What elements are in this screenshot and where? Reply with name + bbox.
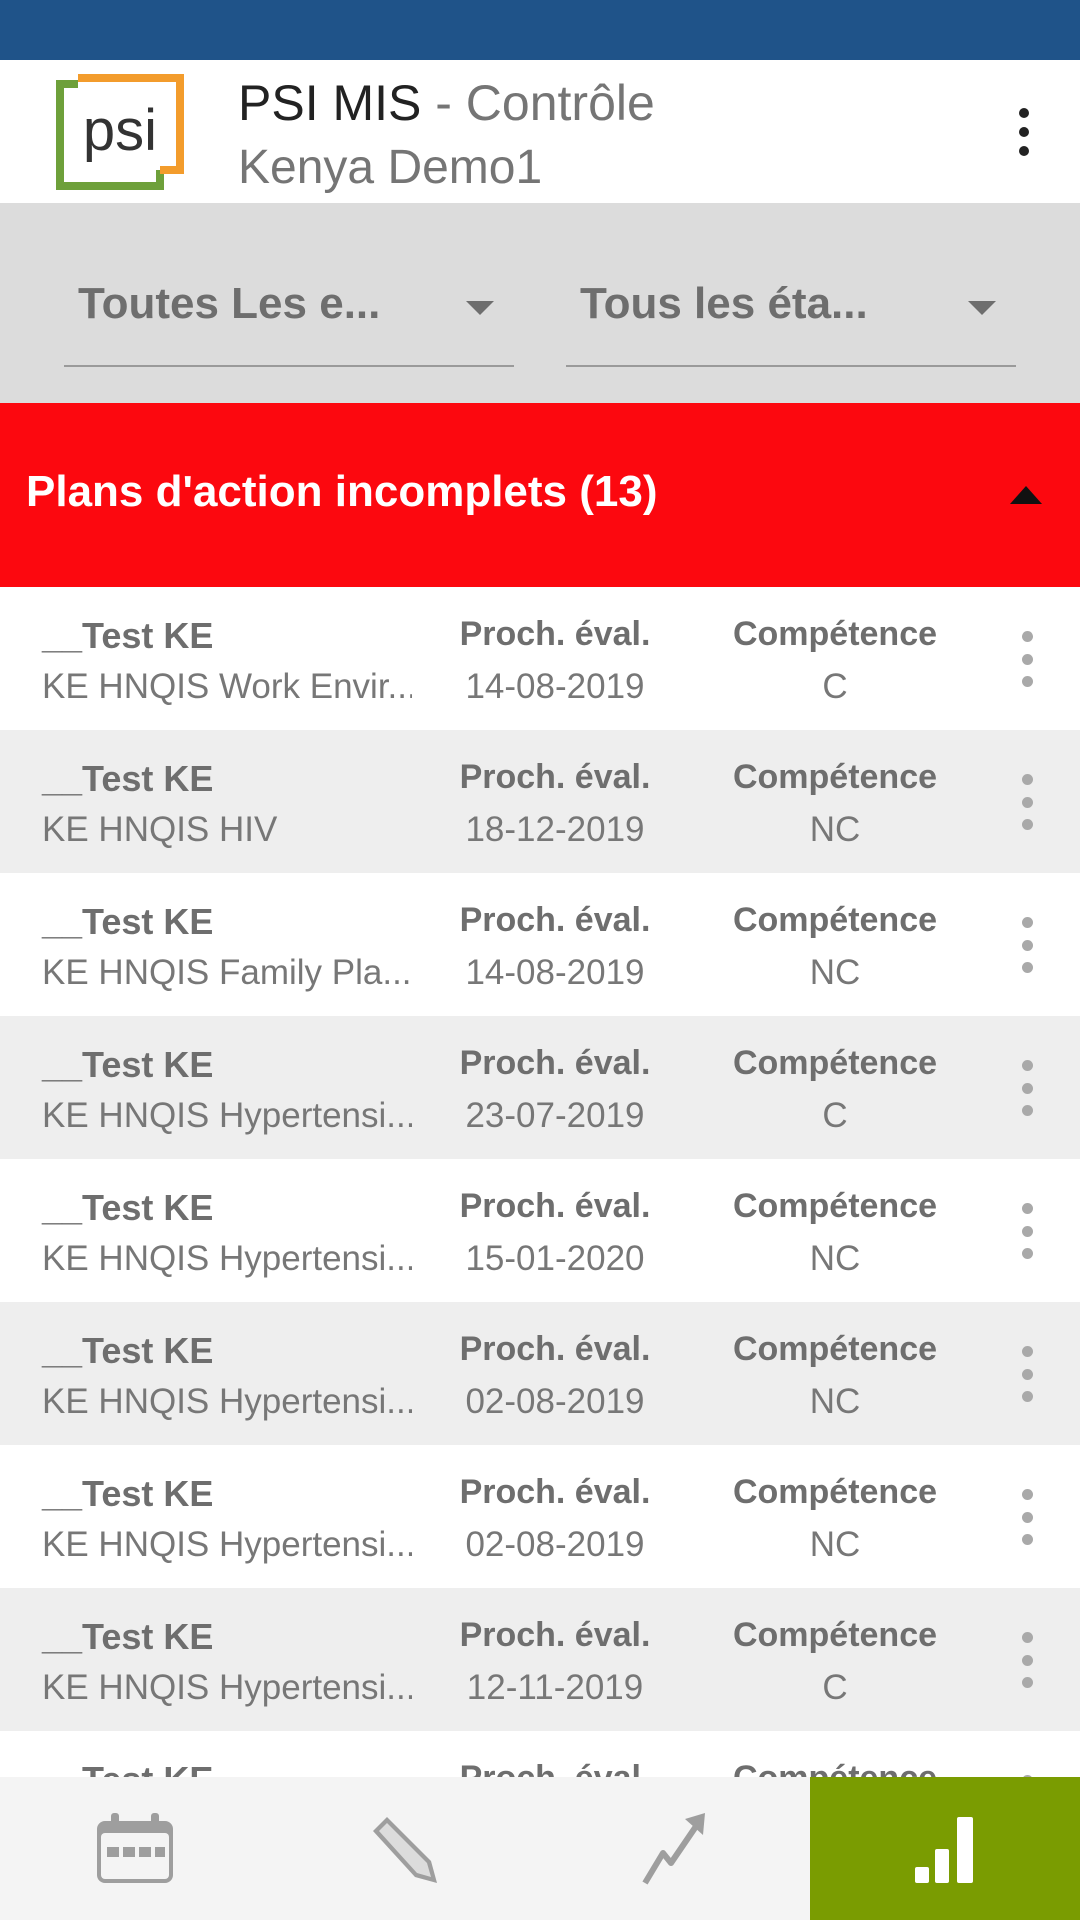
org-name: __Test KE <box>42 1616 214 1657</box>
next-eval-date: 23-07-2019 <box>465 1096 645 1135</box>
program-name: KE HNQIS Work Envir... <box>42 667 412 706</box>
next-eval-label: Proch. éval. <box>420 1759 690 1777</box>
org-name: __Test KE <box>42 758 214 799</box>
competence-value: C <box>822 1668 848 1707</box>
organisation-filter-value: Toutes Les e... <box>78 279 381 328</box>
status-filter-dropdown[interactable]: Tous les éta... <box>566 261 1016 367</box>
filter-bar: Toutes Les e... Tous les éta... <box>0 203 1080 403</box>
action-plan-list: __Test KE KE HNQIS Work Envir... Proch. év… <box>0 587 1080 1777</box>
bottom-nav <box>0 1777 1080 1920</box>
program-name: KE HNQIS Hypertensi... <box>42 1096 412 1135</box>
list-item[interactable]: __Test KE KE HNQIS Hypertensi... Proch. év… <box>0 1159 1080 1302</box>
next-eval-label: Proch. éval. <box>459 1330 651 1368</box>
competence-value: C <box>822 1096 848 1135</box>
dropdown-caret-icon <box>968 301 996 315</box>
program-name: KE HNQIS Hypertensi... <box>42 1382 412 1421</box>
next-eval-date: 02-08-2019 <box>465 1525 645 1564</box>
nav-tab-monitor[interactable] <box>810 1777 1080 1920</box>
organisation-filter-dropdown[interactable]: Toutes Les e... <box>64 261 514 367</box>
next-eval-label: Proch. éval. <box>459 615 651 653</box>
row-more-vert-icon[interactable] <box>1012 917 1042 973</box>
competence-value: NC <box>809 1525 861 1564</box>
org-name: __Test KE <box>42 1759 213 1777</box>
program-name: KE HNQIS HIV <box>42 810 278 849</box>
org-name: __Test KE <box>42 1330 214 1371</box>
calendar-icon <box>97 1812 173 1883</box>
list-item[interactable]: __Test KE KE HNQIS Hypertensi... Proch. év… <box>0 1445 1080 1588</box>
row-more-vert-icon[interactable] <box>1012 631 1042 687</box>
next-eval-label: Proch. éval. <box>459 1473 651 1511</box>
competence-value: C <box>822 667 848 706</box>
org-name: __Test KE <box>42 1473 214 1514</box>
competence-label: Compétence <box>732 1330 938 1368</box>
next-eval-date: 14-08-2019 <box>465 667 645 706</box>
trend-up-icon <box>642 1812 705 1885</box>
next-eval-label: Proch. éval. <box>459 758 651 796</box>
next-eval-label: Proch. éval. <box>459 1616 651 1654</box>
row-more-vert-icon[interactable] <box>1012 1632 1042 1688</box>
competence-value: NC <box>809 1239 861 1278</box>
next-eval-date: 14-08-2019 <box>465 953 645 992</box>
nav-tab-improve[interactable] <box>540 1777 810 1920</box>
competence-label: Compétence <box>732 901 938 939</box>
org-name: __Test KE <box>42 901 214 942</box>
more-vert-icon[interactable] <box>1000 100 1048 164</box>
program-name: KE HNQIS Hypertensi... <box>42 1239 412 1278</box>
next-eval-date: 18-12-2019 <box>465 810 645 849</box>
list-item[interactable]: __Test KE Proch. éval. Compétence <box>0 1731 1080 1777</box>
list-item[interactable]: __Test KE KE HNQIS Hypertensi... Proch. év… <box>0 1302 1080 1445</box>
next-eval-date: 15-01-2020 <box>465 1239 645 1278</box>
competence-label: Compétence <box>732 615 938 653</box>
competence-label: Compétence <box>700 1759 970 1777</box>
pencil-icon <box>373 1816 437 1883</box>
status-bar <box>0 0 1080 60</box>
logo-text: psi <box>83 98 157 163</box>
app-subtitle: Kenya Demo1 <box>238 141 543 194</box>
app-name: PSI MIS <box>238 75 422 131</box>
list-item[interactable]: __Test KE KE HNQIS Hypertensi... Proch. év… <box>0 1016 1080 1159</box>
incomplete-plans-header[interactable]: Plans d'action incomplets (13) <box>0 403 1080 587</box>
competence-label: Compétence <box>732 1473 938 1511</box>
nav-tab-edit[interactable] <box>270 1777 540 1920</box>
program-name: KE HNQIS Hypertensi... <box>42 1525 412 1564</box>
next-eval-label: Proch. éval. <box>459 1187 651 1225</box>
row-more-vert-icon[interactable] <box>1012 774 1042 830</box>
row-more-vert-icon[interactable] <box>1012 1489 1042 1545</box>
next-eval-label: Proch. éval. <box>459 901 651 939</box>
list-item[interactable]: __Test KE KE HNQIS HIV Proch. éval. 18-12-2… <box>0 730 1080 873</box>
section-title: Plans d'action incomplets (13) <box>26 467 658 516</box>
competence-value: NC <box>809 953 861 992</box>
competence-value: NC <box>809 810 861 849</box>
row-more-vert-icon[interactable] <box>1012 1346 1042 1402</box>
competence-label: Compétence <box>732 758 938 796</box>
competence-label: Compétence <box>732 1187 938 1225</box>
org-name: __Test KE <box>42 1187 214 1228</box>
row-more-vert-icon[interactable] <box>1012 1060 1042 1116</box>
dropdown-caret-icon <box>466 301 494 315</box>
next-eval-date: 12-11-2019 <box>466 1668 644 1707</box>
program-name: KE HNQIS Hypertensi... <box>42 1668 412 1707</box>
list-item[interactable]: __Test KE KE HNQIS Work Envir... Proch. év… <box>0 587 1080 730</box>
nav-tab-calendar[interactable] <box>0 1777 270 1920</box>
list-item[interactable]: __Test KE KE HNQIS Hypertensi... Proch. év… <box>0 1588 1080 1731</box>
bar-chart-icon <box>915 1816 973 1883</box>
app-header: psi PSI MIS - Contrôle Kenya Demo1 <box>0 60 1080 203</box>
list-item[interactable]: __Test KE KE HNQIS Family Pla... Proch. év… <box>0 873 1080 1016</box>
app-module: - Contrôle <box>421 75 655 131</box>
next-eval-label: Proch. éval. <box>459 1044 651 1082</box>
org-name: __Test KE <box>42 615 214 656</box>
competence-value: NC <box>809 1382 861 1421</box>
app-title: PSI MIS - Contrôle <box>238 68 655 138</box>
org-name: __Test KE <box>42 1044 214 1085</box>
next-eval-date: 02-08-2019 <box>465 1382 645 1421</box>
status-filter-value: Tous les éta... <box>580 279 868 328</box>
collapse-arrow-icon[interactable] <box>1010 486 1042 504</box>
row-more-vert-icon[interactable] <box>1012 1203 1042 1259</box>
psi-logo: psi <box>56 74 184 192</box>
competence-label: Compétence <box>732 1044 938 1082</box>
program-name: KE HNQIS Family Pla... <box>42 953 412 992</box>
competence-label: Compétence <box>732 1616 938 1654</box>
